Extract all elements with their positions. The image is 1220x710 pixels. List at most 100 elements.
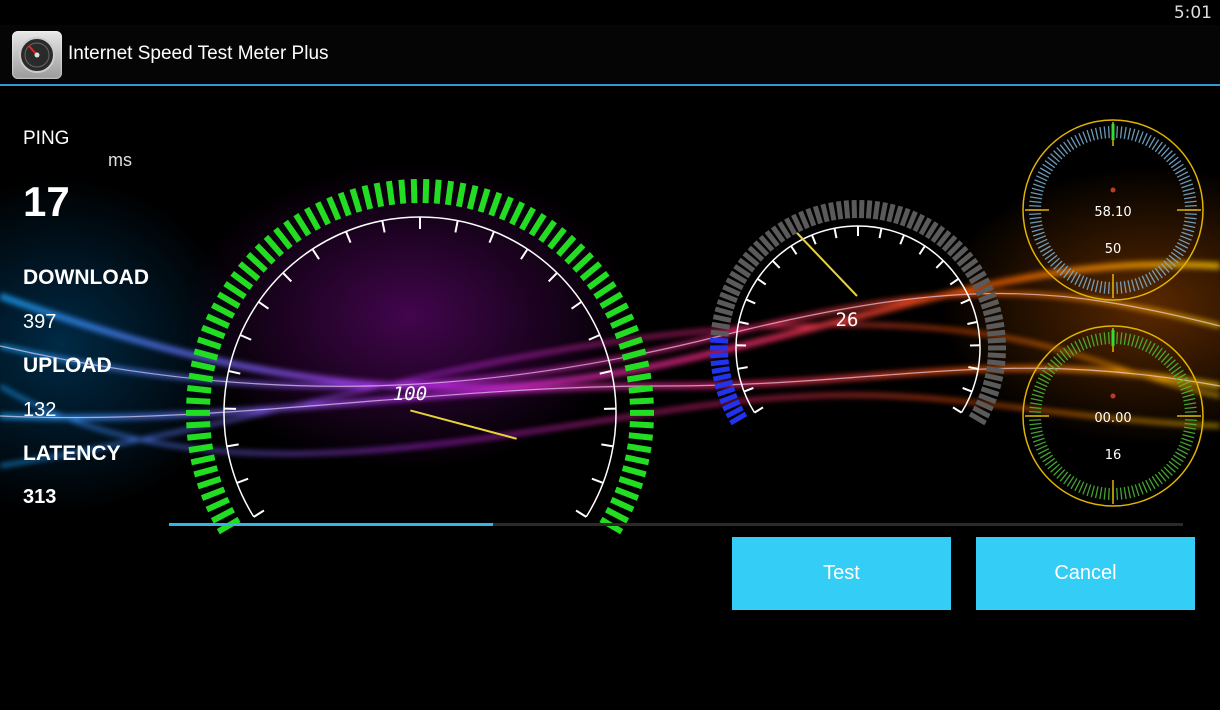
dial-tick <box>1086 335 1092 348</box>
dial-tick <box>1184 213 1197 216</box>
dial-tick <box>1179 235 1192 241</box>
gauge-tick <box>228 370 241 375</box>
gauge-segment <box>200 486 226 501</box>
gauge-segment <box>716 299 736 310</box>
dial-tick <box>1082 482 1088 495</box>
gauge-segment <box>614 486 640 501</box>
dial-tick <box>1134 278 1140 291</box>
gauge-tick <box>737 366 748 370</box>
dial-tick <box>1034 235 1047 241</box>
dial-tick <box>1029 204 1042 207</box>
gauge-segment <box>982 306 1002 317</box>
dial-tick <box>1116 281 1119 294</box>
gauge-segment <box>906 210 918 230</box>
dial-tick <box>1179 385 1192 391</box>
gauge-tick <box>547 272 558 283</box>
dial-tick <box>1090 128 1095 141</box>
gauge-tick <box>239 334 252 341</box>
gauge-tick <box>967 320 978 325</box>
gauge-segment <box>187 385 212 394</box>
latency-label: LATENCY <box>23 442 121 465</box>
upload-label: UPLOAD <box>23 354 112 377</box>
dial-tick <box>1082 337 1088 350</box>
dial-tick <box>1178 238 1191 245</box>
gauge-segment <box>626 443 652 454</box>
gauge-segment <box>610 496 635 513</box>
gauge-segment <box>337 191 352 217</box>
dial-tick <box>1029 402 1042 406</box>
speedometer-app-icon[interactable] <box>12 31 62 79</box>
small-dial-bottom-line2: 16 <box>1105 448 1122 463</box>
dial-tick <box>1029 406 1042 410</box>
gauge-segment <box>719 291 738 303</box>
dial-tick <box>1131 334 1136 347</box>
gauge-segment <box>314 201 331 226</box>
secondary-gauge-readout: 26 <box>836 309 859 331</box>
gauge-segment <box>978 392 997 405</box>
gauge-segment <box>196 336 222 350</box>
gauge-segment <box>805 207 817 227</box>
cancel-button[interactable]: Cancel <box>976 537 1195 610</box>
dial-tick <box>1134 129 1140 142</box>
dial-tick <box>1178 444 1191 451</box>
gauge-segment <box>433 179 442 204</box>
dial-tick <box>1103 332 1107 345</box>
dial-tick <box>1127 127 1132 140</box>
upload-value: 132 <box>23 399 57 421</box>
dial-tick <box>1138 276 1144 289</box>
dial-tick <box>1183 397 1196 402</box>
gauge-segment <box>283 219 302 243</box>
gauge-segment <box>293 213 312 237</box>
gauge-segment <box>711 321 731 330</box>
gauge-segment <box>444 180 455 206</box>
dial-tick <box>1138 337 1144 350</box>
dial-tick <box>1127 486 1132 499</box>
gauge-tick <box>601 443 614 448</box>
gauge-segment <box>326 196 342 221</box>
gauge-tick <box>599 370 612 375</box>
dial-tick <box>1123 126 1127 139</box>
gauge-segment <box>190 360 216 372</box>
dial-tick <box>1141 338 1148 351</box>
dial-tick <box>1183 224 1196 229</box>
gauge-segment <box>422 179 430 204</box>
dial-tick <box>1179 179 1192 185</box>
dial-tick <box>1029 196 1042 200</box>
test-button[interactable]: Test <box>732 537 951 610</box>
dial-tick <box>1078 338 1085 351</box>
small-dial-top-line1: 58.10 <box>1094 205 1131 220</box>
gauge-segment <box>193 465 219 478</box>
gauge-tick <box>345 231 352 243</box>
gauge-tick <box>918 245 926 255</box>
dial-tick <box>1082 276 1088 289</box>
gauge-segment <box>987 337 1006 344</box>
gauge-segment <box>361 184 374 210</box>
action-bar: Internet Speed Test Meter Plus <box>0 25 1220 86</box>
gauge-segment <box>624 454 650 466</box>
dial-tick <box>1184 406 1197 410</box>
download-value: 397 <box>23 311 57 333</box>
gauge-tick <box>771 260 781 269</box>
gauge-segment <box>716 386 736 397</box>
gauge-segment <box>586 270 610 291</box>
dial-tick <box>1029 220 1042 224</box>
dial-tick <box>1184 410 1197 413</box>
dial-tick <box>1029 419 1042 422</box>
gauge-segment <box>205 313 231 329</box>
gauge-tick <box>756 277 767 286</box>
dial-tick <box>1099 126 1103 139</box>
gauge-segment <box>980 386 1000 397</box>
dial-tick <box>1103 281 1107 294</box>
dial-tick <box>1134 335 1140 348</box>
gauge-segment <box>820 203 830 223</box>
dial-tick <box>1184 422 1197 426</box>
gauge-segment <box>498 196 514 221</box>
gauge-segment <box>879 202 888 221</box>
gauge-tick <box>754 406 764 414</box>
gauge-segment <box>986 329 1006 337</box>
gauge-segment <box>349 188 363 213</box>
dial-tick <box>1116 332 1119 345</box>
gauge-segment <box>865 200 873 219</box>
gauge-segment <box>373 182 385 208</box>
dial-tick <box>1032 231 1045 237</box>
